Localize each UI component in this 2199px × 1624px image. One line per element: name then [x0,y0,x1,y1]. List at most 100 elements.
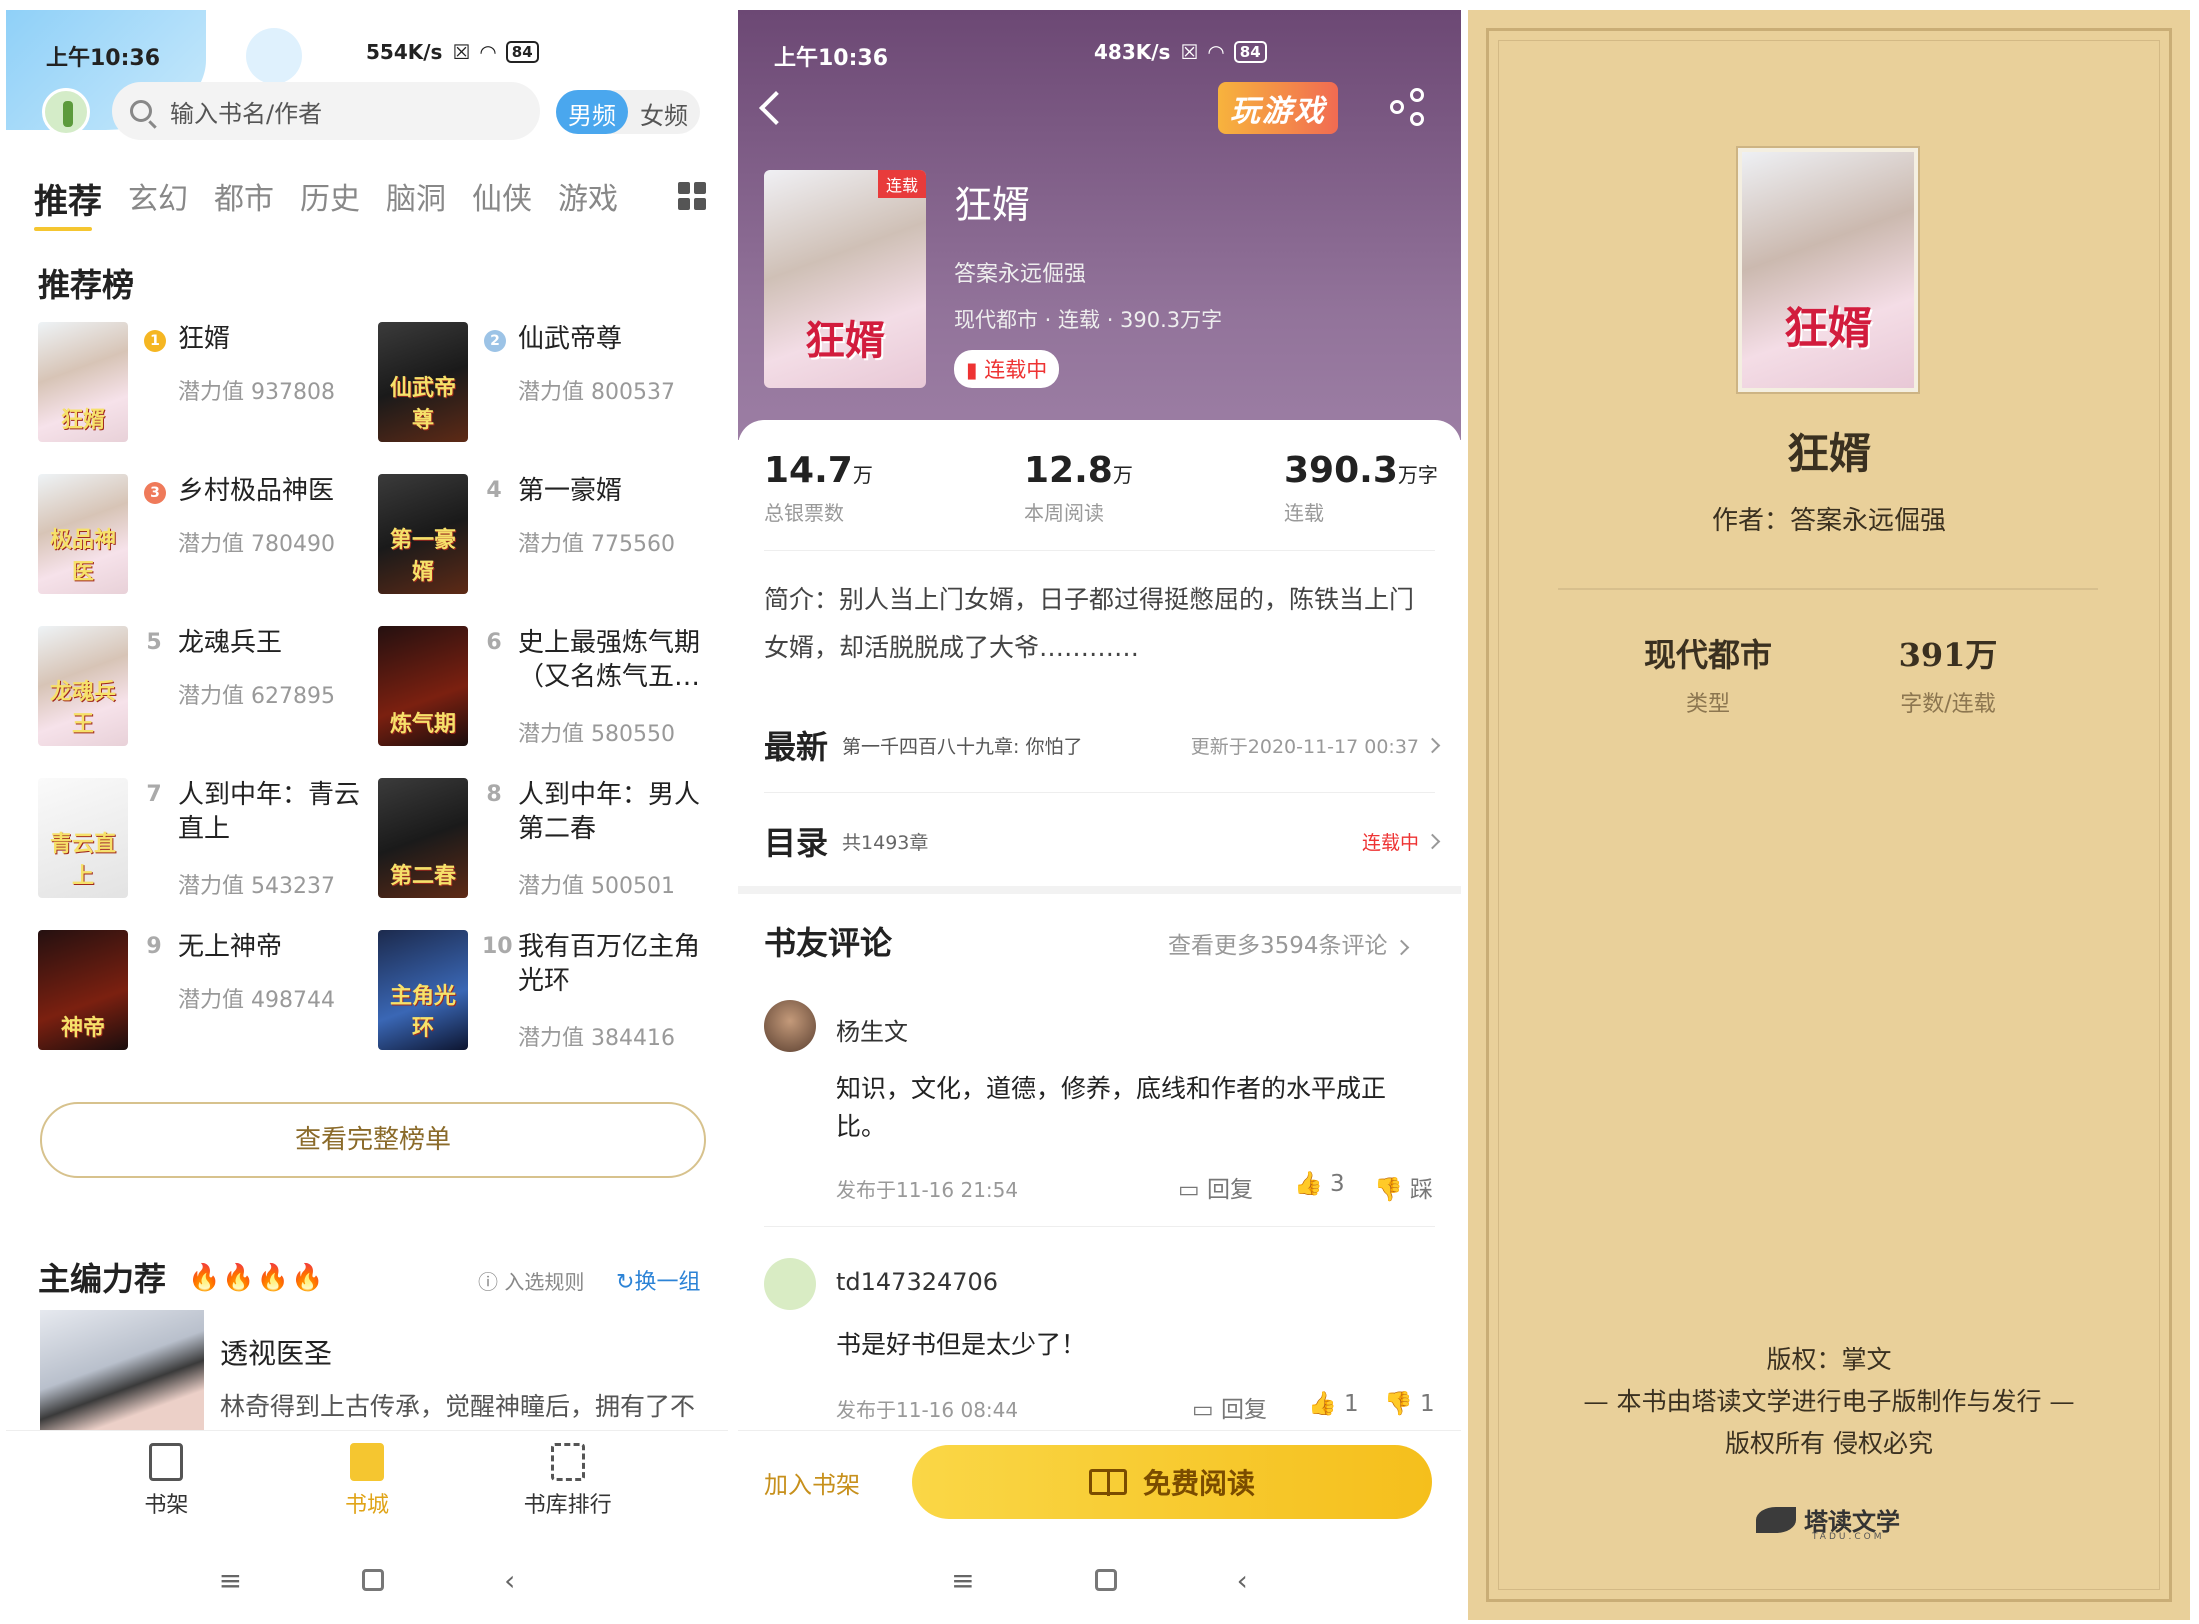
book-meta: 现代都市 · 连载 · 390.3万字 [954,308,1223,332]
book-author[interactable]: 答案永远倔强 [954,256,1086,288]
book-cover: 第一豪婿 [378,474,468,594]
tab-xianxia[interactable]: 仙侠 [472,174,532,223]
ranking-item[interactable]: 炼气期 6 史上最强炼气期（又名炼气五… 潜力值 580550 [378,626,718,766]
comments-title: 书友评论 [764,924,893,962]
refresh-button[interactable]: ↻换一组 [616,1264,700,1296]
free-read-button[interactable]: 免费阅读 [912,1445,1432,1519]
ranking-item[interactable]: 第二春 8 人到中年：男人第二春 潜力值 500501 [378,778,718,918]
ranking-item[interactable]: 极品神医 3 乡村极品神医 潜力值 780490 [38,474,378,614]
comment-time: 发布于11-16 21:54 [836,1178,1019,1202]
book-cover: 仙武帝尊 [378,322,468,442]
ranking-item[interactable]: 仙武帝尊 2 仙武帝尊 潜力值 800537 [378,322,718,462]
stat-weekly-reads: 12.8万 本周阅读 [1024,450,1133,526]
all-categories-icon[interactable] [678,182,706,210]
word-count-label: 字数/连载 [1900,692,1996,717]
latest-chapter-row[interactable]: 最新 第一千四百八十九章: 你怕了 更新于2020-11-17 00:37 [764,722,1441,768]
nav-bookstore[interactable]: 书城 [307,1431,427,1540]
book-title: 人到中年：男人第二春 [518,780,701,844]
add-to-shelf-button[interactable]: 加入书架 [764,1465,860,1500]
reader-author: 作者：答案永远倔强 [1711,506,1946,536]
ranking-item[interactable]: 青云直上 7 人到中年：青云直上 潜力值 543237 [38,778,378,918]
reply-label: 回复 [1207,1177,1254,1203]
dislike-button[interactable]: 👎 1 [1384,1390,1435,1417]
tab-recommend[interactable]: 推荐 [34,174,102,231]
genre-info: 现代都市 类型 [1598,630,1818,718]
book-cover-title: 青云直上 [49,831,116,889]
book-cover: 炼气期 [378,626,468,746]
status-time: 上午10:36 [774,46,889,71]
latest-updated: 更新于2020-11-17 00:37 [1190,735,1419,758]
search-input[interactable]: 输入书名/作者 [112,82,540,140]
book-cover-title: 第二春 [389,863,456,889]
tab-history[interactable]: 历史 [300,174,360,223]
commenter-avatar[interactable] [764,1000,816,1052]
back-icon[interactable]: ‹ [1237,1564,1248,1597]
stat-weekly-value: 12.8 [1024,450,1113,491]
back-icon[interactable]: ‹ [504,1564,515,1597]
tab-game[interactable]: 游戏 [558,174,618,223]
book-cover-title: 第一豪婿 [389,527,456,585]
commenter-name[interactable]: 杨生文 [836,1012,908,1047]
play-game-badge[interactable]: 玩游戏 [1218,82,1338,134]
more-comments-link[interactable]: 查看更多3594条评论 [1168,926,1409,960]
tab-urban[interactable]: 都市 [214,174,274,223]
user-avatar[interactable] [42,88,90,136]
dislike-label: 踩 [1409,1177,1433,1203]
rank-number: 9 [146,934,162,959]
book-cover-title: 炼气期 [389,711,456,737]
ranking-item[interactable]: 神帝 9 无上神帝 潜力值 498744 [38,930,378,1070]
ranking-item[interactable]: 狂婿 1 狂婿 潜力值 937808 [38,322,378,462]
stat-words-unit: 万字 [1397,463,1438,487]
male-channel-tab[interactable]: 男频 [556,90,628,134]
menu-icon[interactable]: ≡ [219,1564,242,1597]
sim-icon: ☒ [452,40,471,64]
nav-bookshelf-label: 书架 [144,1493,189,1518]
book-cover: 连载 狂婿 [764,170,926,388]
home-icon[interactable] [1094,1569,1117,1591]
nav-bookshelf[interactable]: 书架 [106,1431,226,1540]
dislike-button[interactable]: 👎 踩 [1374,1170,1433,1204]
toc-row[interactable]: 目录 共1493章 连载中 [764,818,1441,864]
search-placeholder: 输入书名/作者 [170,99,323,128]
bottom-nav: 书架 书城 书库排行 [6,1430,728,1540]
menu-icon[interactable]: ≡ [951,1564,974,1597]
like-button[interactable]: 👍 1 [1308,1390,1359,1417]
stat-words-value: 390.3 [1284,450,1398,491]
editor-book-cover[interactable] [40,1310,204,1450]
ranking-item[interactable]: 龙魂兵王 5 龙魂兵王 潜力值 627895 [38,626,378,766]
tab-brainstorm[interactable]: 脑洞 [386,174,446,223]
divider [764,550,1435,551]
stat-weekly-label: 本周阅读 [1024,501,1104,525]
editor-book-title[interactable]: 透视医圣 [220,1332,332,1372]
book-title: 无上神帝 [178,932,283,962]
potential-score: 潜力值 627895 [178,684,335,709]
ranking-item[interactable]: 主角光环 10 我有百万亿主角光环 潜力值 384416 [378,930,718,1070]
rank-number: 8 [486,782,502,807]
reply-button[interactable]: ▭ 回复 [1192,1390,1267,1424]
reply-button[interactable]: ▭ 回复 [1178,1170,1253,1204]
book-title: 乡村极品神医 [178,476,335,506]
stat-tickets-unit: 万 [852,463,873,487]
word-count-info: 391万 字数/连载 [1838,630,2058,718]
share-icon[interactable] [1390,88,1426,126]
editor-rules-link[interactable]: ⓘ 入选规则 [478,1266,584,1295]
gender-switch[interactable]: 男频 女频 [556,90,700,134]
female-channel-tab[interactable]: 女频 [628,90,700,134]
full-ranking-button[interactable]: 查看完整榜单 [40,1102,706,1178]
potential-score: 潜力值 498744 [178,988,335,1013]
publisher-note: — 本书由塔读文学进行电子版制作与发行 — [1583,1387,2075,1416]
book-intro[interactable]: 简介：别人当上门女婿，日子都过得挺憋屈的，陈铁当上门女婿，却活脱脱成了大爷………… [764,576,1438,672]
chevron-right-icon [1424,833,1441,849]
like-button[interactable]: 👍 3 [1294,1170,1345,1197]
nav-ranking[interactable]: 书库排行 [508,1431,628,1540]
commenter-avatar[interactable] [764,1258,816,1310]
ranking-item[interactable]: 第一豪婿 4 第一豪婿 潜力值 775560 [378,474,718,614]
header-bubble [246,28,302,84]
commenter-name[interactable]: td147324706 [836,1268,998,1296]
book-detail-screen: 上午10:36 483K/s ☒ ◠ 84 玩游戏 连载 狂婿 狂婿 答案永远倔… [738,10,1461,1620]
reader-cover-title: 狂婿 [1784,303,1872,354]
book-cover: 狂婿 [38,322,128,442]
reply-label: 回复 [1221,1397,1268,1423]
home-icon[interactable] [362,1569,385,1591]
tab-xuanhuan[interactable]: 玄幻 [128,174,188,223]
